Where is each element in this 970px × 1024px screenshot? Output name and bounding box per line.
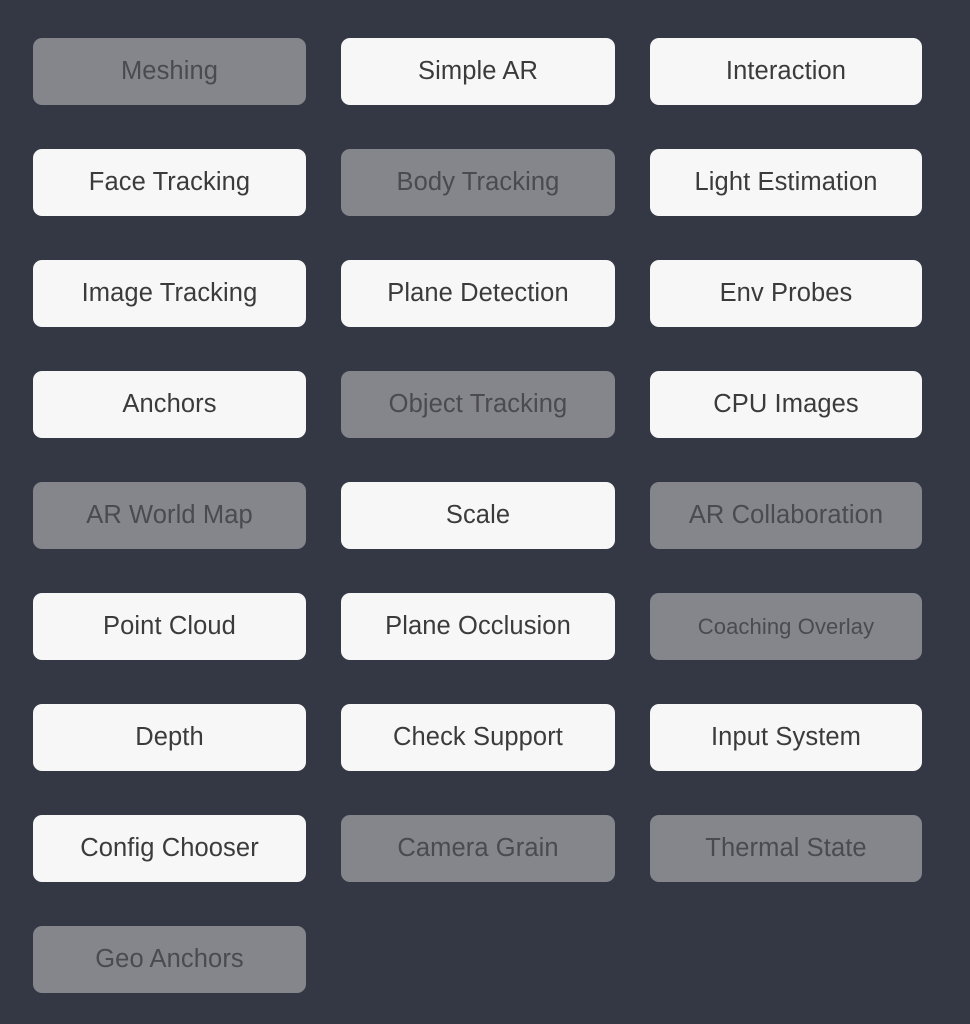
scene-button-ar-world-map: AR World Map	[33, 482, 306, 549]
scene-button-body-tracking: Body Tracking	[341, 149, 615, 216]
scene-button-plane-occlusion[interactable]: Plane Occlusion	[341, 593, 615, 660]
scene-button-thermal-state: Thermal State	[650, 815, 922, 882]
scene-button-face-tracking[interactable]: Face Tracking	[33, 149, 306, 216]
scene-button-point-cloud[interactable]: Point Cloud	[33, 593, 306, 660]
scene-button-cpu-images[interactable]: CPU Images	[650, 371, 922, 438]
grid-empty-cell	[650, 926, 922, 993]
grid-empty-cell	[341, 926, 615, 993]
scene-button-config-chooser[interactable]: Config Chooser	[33, 815, 306, 882]
scene-button-interaction[interactable]: Interaction	[650, 38, 922, 105]
scene-button-scale[interactable]: Scale	[341, 482, 615, 549]
scene-button-env-probes[interactable]: Env Probes	[650, 260, 922, 327]
scene-button-image-tracking[interactable]: Image Tracking	[33, 260, 306, 327]
scene-button-anchors[interactable]: Anchors	[33, 371, 306, 438]
scene-button-input-system[interactable]: Input System	[650, 704, 922, 771]
scene-button-plane-detection[interactable]: Plane Detection	[341, 260, 615, 327]
scene-button-light-estimation[interactable]: Light Estimation	[650, 149, 922, 216]
ar-samples-scene-menu: Meshing Simple AR Interaction Face Tracking…	[33, 38, 922, 993]
scene-button-simple-ar[interactable]: Simple AR	[341, 38, 615, 105]
scene-button-depth[interactable]: Depth	[33, 704, 306, 771]
scene-button-camera-grain: Camera Grain	[341, 815, 615, 882]
scene-button-ar-collaboration: AR Collaboration	[650, 482, 922, 549]
scene-button-meshing: Meshing	[33, 38, 306, 105]
scene-button-object-tracking: Object Tracking	[341, 371, 615, 438]
scene-button-coaching-overlay: Coaching Overlay	[650, 593, 922, 660]
scene-button-check-support[interactable]: Check Support	[341, 704, 615, 771]
scene-button-geo-anchors: Geo Anchors	[33, 926, 306, 993]
